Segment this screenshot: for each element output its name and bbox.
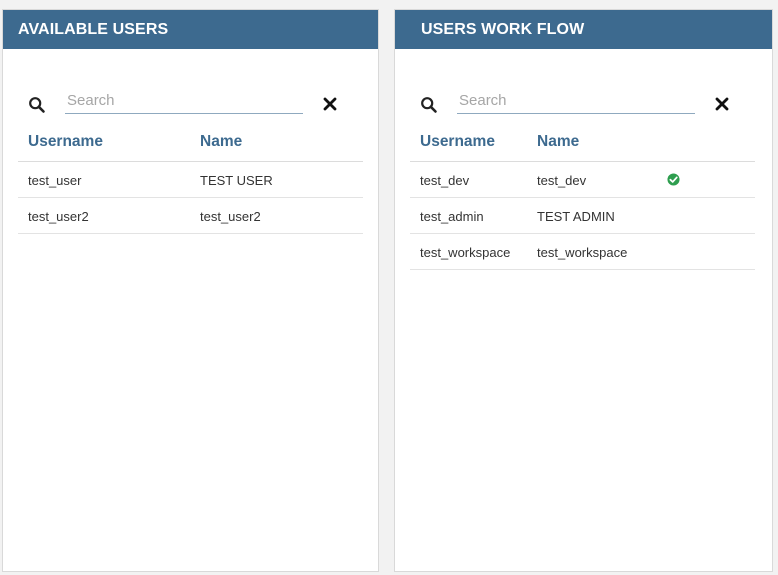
available-users-search [3,88,378,122]
available-users-title: AVAILABLE USERS [3,10,378,49]
table-row[interactable]: test_user2 test_user2 [18,198,363,234]
row-username: test_workspace [420,245,511,260]
column-header-username[interactable]: Username [420,133,495,151]
table-row[interactable]: test_dev test_dev [410,162,755,198]
search-icon [29,97,45,113]
users-workflow-panel: USERS WORK FLOW Username Name test_dev t… [394,9,773,572]
table-header: Username Name [18,126,363,162]
table-row[interactable]: test_user TEST USER [18,162,363,198]
search-icon [421,97,437,113]
row-username: test_admin [420,209,484,224]
row-username: test_user2 [28,209,89,224]
users-workflow-title: USERS WORK FLOW [395,10,772,49]
table-row[interactable]: test_workspace test_workspace [410,234,755,270]
column-header-name[interactable]: Name [537,133,579,151]
column-header-username[interactable]: Username [28,133,103,151]
close-icon[interactable] [323,97,337,111]
available-users-table: Username Name test_user TEST USER test_u… [18,126,363,234]
row-name: test_user2 [200,209,261,224]
row-name: TEST USER [200,173,273,188]
available-users-search-input[interactable] [65,88,303,114]
table-header: Username Name [410,126,755,162]
check-circle-icon [667,173,680,186]
row-username: test_user [28,173,82,188]
column-header-name[interactable]: Name [200,133,242,151]
row-name: TEST ADMIN [537,209,615,224]
row-username: test_dev [420,173,470,188]
table-row[interactable]: test_admin TEST ADMIN [410,198,755,234]
users-workflow-search [395,88,772,122]
available-users-panel: AVAILABLE USERS Username Name test_user … [2,9,379,572]
row-name: test_workspace [537,245,628,260]
close-icon[interactable] [715,97,729,111]
users-workflow-search-input[interactable] [457,88,695,114]
row-name: test_dev [537,173,587,188]
users-workflow-table: Username Name test_dev test_dev test_adm… [410,126,755,270]
